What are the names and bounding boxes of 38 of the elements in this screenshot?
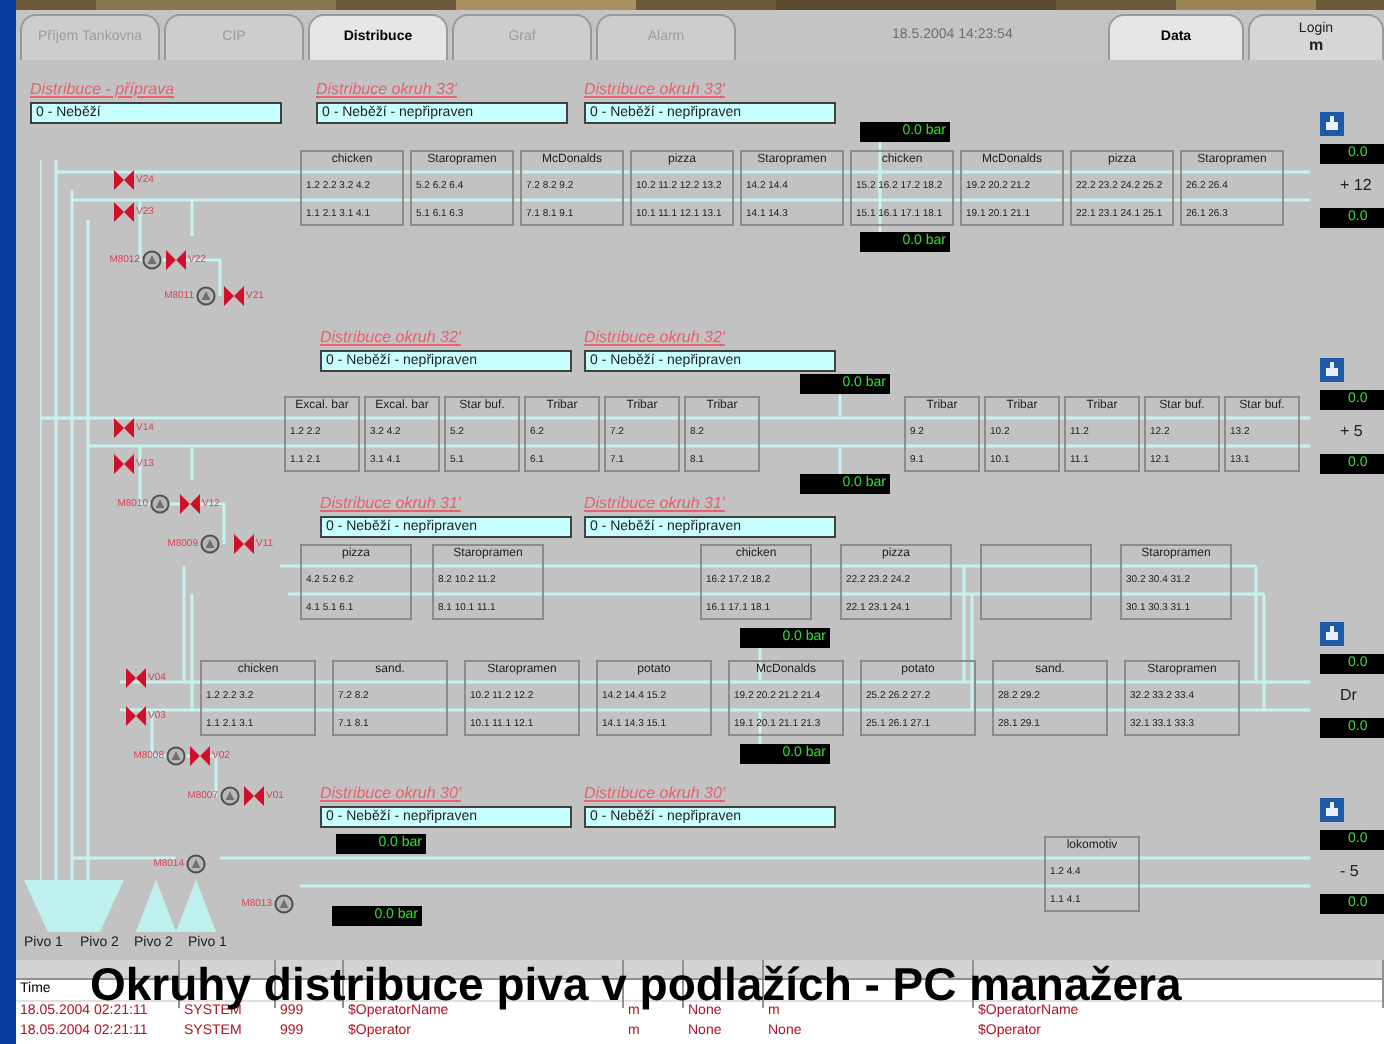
hand-icon[interactable] (1320, 112, 1344, 136)
valve-icon[interactable] (126, 706, 146, 726)
valve-icon[interactable] (114, 170, 134, 190)
outlet-label: + 5 (1340, 422, 1363, 442)
pump-icon[interactable] (142, 250, 162, 270)
outlet-label: + 12 (1340, 176, 1372, 196)
hand-icon[interactable] (1320, 622, 1344, 646)
valve-icon[interactable] (234, 534, 254, 554)
circuit-link[interactable]: Distribuce okruh 31' (320, 494, 461, 512)
pump-icon[interactable] (220, 786, 240, 806)
circuit-link[interactable]: Distribuce okruh 30' (584, 784, 725, 802)
circuit-link[interactable]: Distribuce - příprava (30, 80, 175, 98)
valve-icon[interactable] (190, 746, 210, 766)
circuit-link[interactable]: Distribuce okruh 33' (584, 80, 725, 98)
hand-icon[interactable] (1320, 798, 1344, 822)
pump-icon[interactable] (166, 746, 186, 766)
hand-icon[interactable] (1320, 358, 1344, 382)
circuit-link[interactable]: Distribuce okruh 33' (316, 80, 457, 98)
valve-icon[interactable] (166, 250, 186, 270)
valve-icon[interactable] (126, 668, 146, 688)
pump-icon[interactable] (196, 286, 216, 306)
outlet-label: Dr (1340, 686, 1357, 706)
valve-icon[interactable] (114, 418, 134, 438)
pump-icon[interactable] (150, 494, 170, 514)
valve-icon[interactable] (244, 786, 264, 806)
valve-icon[interactable] (224, 286, 244, 306)
circuit-link[interactable]: Distribuce okruh 32' (320, 328, 461, 346)
circuit-link[interactable]: Distribuce okruh 31' (584, 494, 725, 512)
station-box (980, 544, 1092, 620)
valve-icon[interactable] (180, 494, 200, 514)
outlet-label: - 5 (1340, 862, 1359, 882)
valve-icon[interactable] (114, 454, 134, 474)
circuit-link[interactable]: Distribuce okruh 32' (584, 328, 725, 346)
circuit-link[interactable]: Distribuce okruh 30' (320, 784, 461, 802)
valve-icon[interactable] (114, 202, 134, 222)
pump-icon[interactable] (200, 534, 220, 554)
pump-icon[interactable] (274, 894, 294, 914)
pump-icon[interactable] (186, 854, 206, 874)
